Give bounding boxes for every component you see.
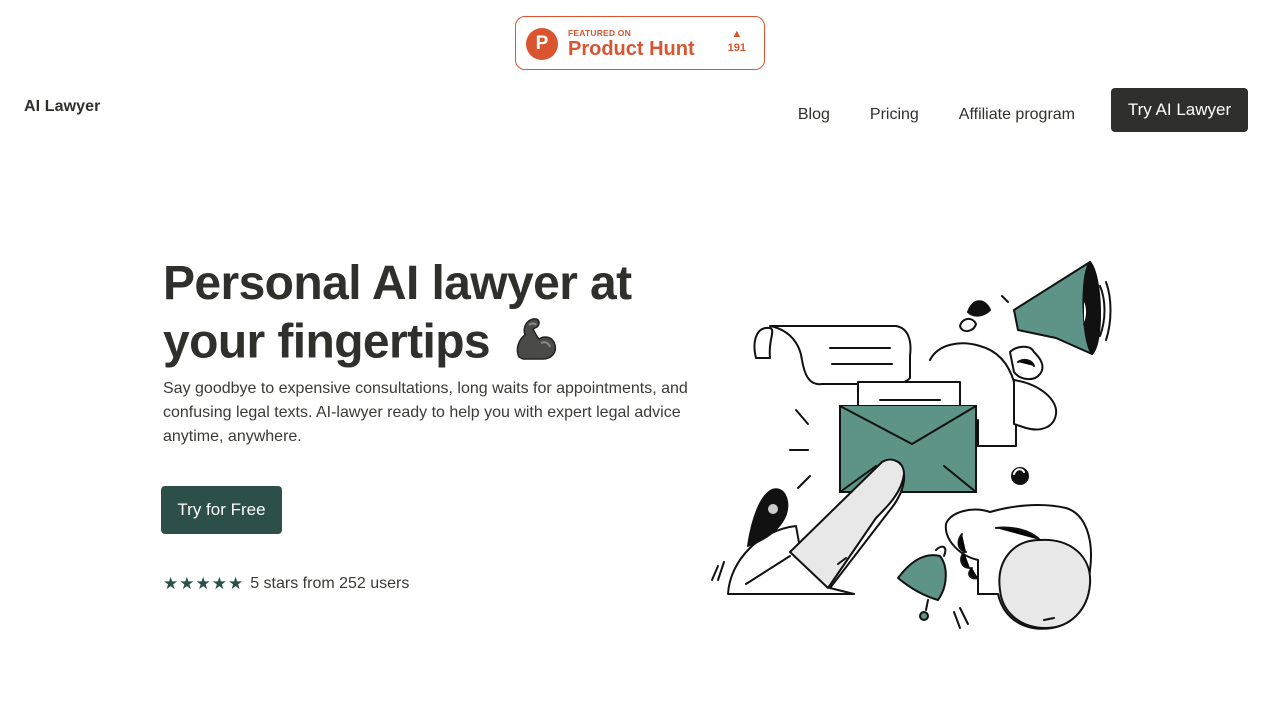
vote-count: 191 — [727, 42, 746, 54]
upvote-counter: ▲ 191 — [728, 27, 746, 55]
main-nav: Blog Pricing Affiliate program Try AI La… — [758, 88, 1248, 132]
brand-logo[interactable]: AI Lawyer — [24, 98, 101, 116]
try-ai-lawyer-button[interactable]: Try AI Lawyer — [1111, 88, 1248, 132]
email-megaphone-illustration — [700, 250, 1120, 645]
triangle-up-icon: ▲ — [731, 28, 743, 40]
product-hunt-badge[interactable]: P FEATURED ON Product Hunt ▲ 191 — [515, 16, 765, 70]
nav-pricing[interactable]: Pricing — [870, 105, 919, 125]
nav-affiliate-program[interactable]: Affiliate program — [959, 105, 1075, 125]
hero-title-line2: your fingertips — [163, 315, 491, 369]
try-for-free-button[interactable]: Try for Free — [161, 486, 282, 534]
illustration-svg — [711, 261, 1112, 630]
product-hunt-logo-icon: P — [526, 28, 558, 60]
rating: ★★★★★ 5 stars from 252 users — [163, 574, 409, 594]
rating-text: 5 stars from 252 users — [250, 575, 410, 592]
page: P FEATURED ON Product Hunt ▲ 191 AI Lawy… — [0, 0, 1280, 720]
hero-subtitle: Say goodbye to expensive consultations, … — [163, 380, 688, 445]
star-rating-icon: ★★★★★ — [163, 574, 245, 593]
product-hunt-text: FEATURED ON Product Hunt — [568, 28, 695, 60]
nav-blog[interactable]: Blog — [798, 105, 830, 125]
featured-label: FEATURED ON — [568, 28, 631, 38]
hero-title-line1: Personal AI lawyer at — [163, 257, 632, 310]
product-hunt-name: Product Hunt — [568, 38, 695, 60]
hero-title: Personal AI lawyer at your fingertips — [163, 255, 723, 377]
flexed-biceps-icon — [509, 313, 559, 377]
